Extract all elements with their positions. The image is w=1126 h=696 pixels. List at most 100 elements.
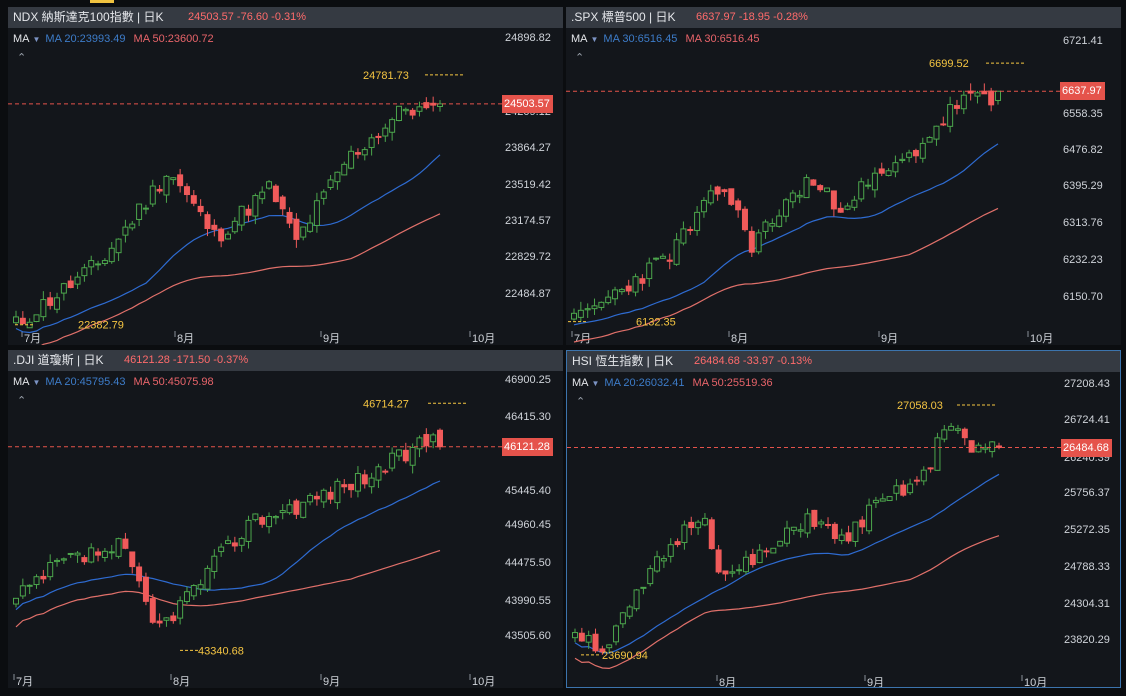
candle-down: [578, 632, 585, 642]
candlestick-chart[interactable]: 24898.8224209.1223864.2723519.4223174.57…: [8, 7, 563, 345]
candle-up: [231, 220, 238, 233]
candle-down: [953, 105, 960, 109]
candle-up: [680, 228, 687, 244]
candle-up: [865, 184, 872, 187]
candle-up: [803, 177, 810, 199]
chart-pane-hsi[interactable]: 27208.43 26724.41 26240.39 25756.37 25272.35…: [566, 350, 1121, 688]
candle-down: [878, 168, 885, 174]
price-axis-label: 26724.41: [1064, 414, 1110, 426]
chevron-up-icon[interactable]: ⌃: [575, 51, 584, 64]
candle-up: [108, 551, 115, 554]
pane-header[interactable]: HSI 恆生指數 | 日K 26484.68 -33.97 -0.13%: [567, 351, 1120, 372]
candle-up: [272, 516, 279, 519]
candle-down: [149, 598, 156, 623]
candle-down: [293, 500, 300, 515]
ma-legend[interactable]: MA ▼ MA 20:23993.49 MA 50:23600.72: [13, 33, 214, 45]
candle-down: [688, 521, 695, 529]
candle-up: [844, 205, 851, 210]
symbol-label[interactable]: .DJI 道瓊斯 | 日K: [13, 350, 103, 371]
candle-down: [666, 259, 673, 262]
candle-up: [389, 119, 396, 133]
candle-down: [859, 519, 866, 528]
candle-up: [163, 617, 170, 621]
price-axis-label: 24898.82: [505, 32, 551, 44]
high-price-label: 27058.03: [897, 400, 943, 412]
ma-indicator-title[interactable]: MA: [571, 33, 588, 45]
pane-header[interactable]: NDX 納斯達克100指數 | 日K 24503.57 -76.60 -0.31…: [8, 7, 563, 28]
symbol-label[interactable]: HSI 恆生指數 | 日K: [572, 351, 673, 372]
candle-up: [13, 597, 19, 605]
chart-pane-ndx[interactable]: 24898.8224209.1223864.2723519.4223174.57…: [8, 7, 563, 345]
candle-down: [218, 228, 225, 242]
candle-up: [211, 555, 218, 572]
candle-down: [728, 188, 735, 205]
candle-up: [361, 149, 368, 156]
candle-down: [763, 550, 770, 553]
candle-up: [654, 556, 661, 572]
chevron-down-icon[interactable]: ▼: [591, 35, 599, 44]
symbol-label[interactable]: .SPX 標普500 | 日K: [571, 7, 676, 28]
ma-indicator-title[interactable]: MA: [13, 33, 30, 45]
candle-down: [423, 102, 430, 109]
ma-legend[interactable]: MA ▼ MA 30:6516.45 MA 30:6516.45: [571, 33, 759, 45]
candle-up: [742, 556, 749, 573]
candlestick-chart[interactable]: 46900.2546415.3045930.3545445.4044960.45…: [8, 350, 563, 688]
chevron-up-icon[interactable]: ⌃: [576, 395, 585, 408]
candle-up: [646, 262, 653, 280]
candle-down: [293, 218, 300, 240]
candlestick-chart[interactable]: 27208.4326724.4126240.3925756.3725272.35…: [567, 351, 1121, 688]
candle-down: [912, 150, 919, 157]
candle-down: [687, 229, 694, 232]
chevron-up-icon[interactable]: ⌃: [17, 51, 26, 64]
candle-down: [810, 179, 817, 186]
last-price-tag: 46121.28: [502, 437, 553, 456]
candle-up: [108, 247, 115, 263]
pane-header[interactable]: .SPX 標普500 | 日K 6637.97 -18.95 -0.28%: [566, 7, 1121, 28]
high-price-label: 24781.73: [363, 70, 409, 82]
candle-up: [920, 469, 927, 482]
candle-down: [95, 551, 102, 556]
candle-up: [26, 584, 33, 587]
ma-legend[interactable]: MA ▼ MA 20:45795.43 MA 50:45075.98: [13, 376, 214, 388]
candle-up: [612, 289, 619, 300]
candle-up: [122, 226, 129, 236]
ma-legend[interactable]: MA ▼ MA 20:26032.41 MA 50:25519.36: [572, 377, 773, 389]
candle-up: [572, 632, 578, 639]
candle-down: [592, 633, 599, 652]
candle-down: [177, 174, 184, 187]
candle-up: [218, 546, 225, 553]
chart-pane-spx[interactable]: 6721.41 6558.35 6476.82 6395.29 6313.76 6232.…: [566, 7, 1121, 345]
chevron-down-icon[interactable]: ▼: [33, 35, 41, 44]
candle-up: [947, 104, 954, 127]
chevron-down-icon[interactable]: ▼: [592, 379, 600, 388]
low-price-label: 22382.79: [78, 320, 124, 332]
candlestick-chart[interactable]: 6721.41 6558.35 6476.82 6395.29 6313.76 6232.…: [566, 7, 1121, 345]
ma-indicator-title[interactable]: MA: [13, 376, 30, 388]
candle-up: [647, 568, 654, 585]
ma-indicator-title[interactable]: MA: [572, 377, 589, 389]
candle-up: [633, 589, 640, 610]
quote-text: 24503.57 -76.60 -0.31%: [188, 11, 307, 23]
candle-up: [54, 297, 61, 310]
candle-up: [640, 586, 647, 589]
ma50-value: MA 30:6516.45: [685, 33, 760, 45]
candle-down: [817, 185, 824, 191]
candle-down: [714, 186, 721, 195]
price-axis-label: 23519.42: [505, 179, 551, 191]
candle-down: [19, 317, 26, 325]
candle-up: [769, 223, 776, 227]
low-price-label: 23690.94: [602, 650, 648, 662]
candle-up: [784, 527, 790, 544]
price-axis-label: 25756.37: [1064, 487, 1110, 499]
month-label: 8月: [177, 333, 194, 345]
pane-header[interactable]: .DJI 道瓊斯 | 日K 46121.28 -171.50 -0.37%: [8, 350, 563, 371]
chevron-down-icon[interactable]: ▼: [33, 378, 41, 387]
candle-up: [266, 181, 273, 189]
candle-up: [320, 489, 327, 503]
chevron-up-icon[interactable]: ⌃: [17, 394, 26, 407]
candle-up: [756, 549, 763, 564]
chart-pane-dji[interactable]: 46900.2546415.3045930.3545445.4044960.45…: [8, 350, 563, 688]
candle-down: [129, 551, 136, 568]
symbol-label[interactable]: NDX 納斯達克100指數 | 日K: [13, 7, 163, 28]
candle-up: [368, 477, 375, 488]
